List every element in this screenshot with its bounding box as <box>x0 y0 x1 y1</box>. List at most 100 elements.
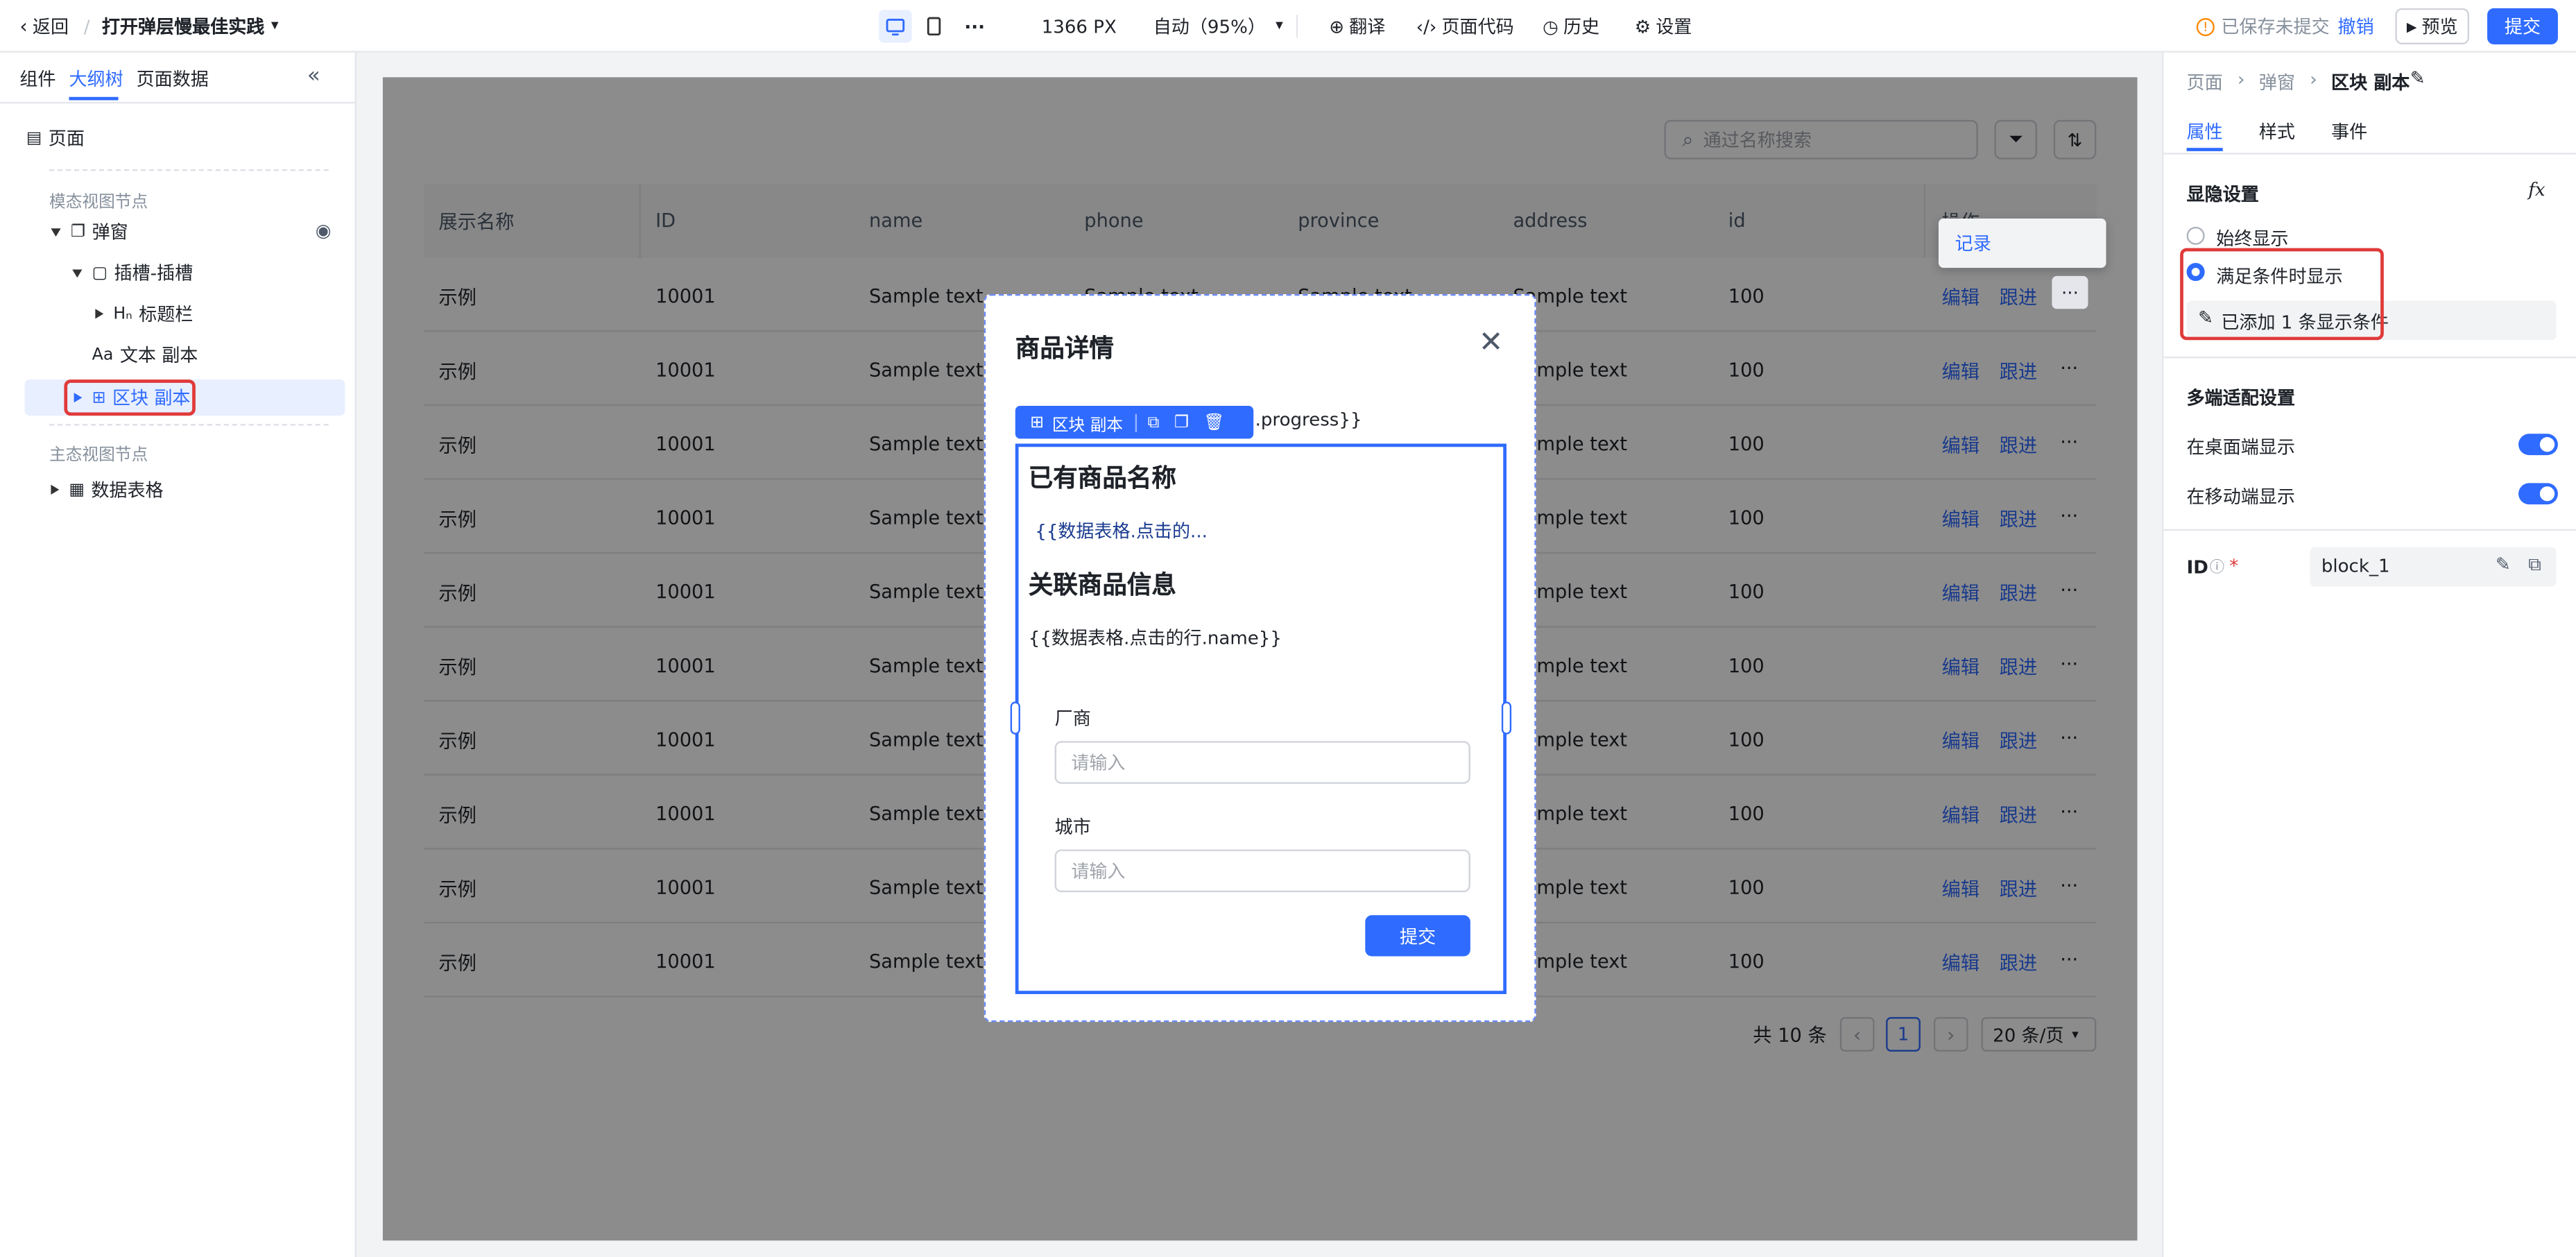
fx-icon[interactable]: fx <box>2528 179 2545 200</box>
info-icon[interactable]: ⓘ <box>2210 556 2224 577</box>
settings-button[interactable]: ⚙ 设置 <box>1635 0 1692 53</box>
group-main-nodes: 主态视图节点 <box>49 447 148 465</box>
divider <box>0 101 357 104</box>
id-label: ID <box>2186 556 2208 579</box>
tab-page-data[interactable]: 页面数据 <box>137 66 209 92</box>
play-icon: ▶ <box>2406 19 2417 34</box>
code-icon: ‹/› <box>1416 15 1437 37</box>
radio-always-show[interactable] <box>2186 226 2205 245</box>
width-selector[interactable]: 1366 PX <box>1042 0 1117 53</box>
edit-icon[interactable]: ✎ <box>2496 554 2511 575</box>
modal-dialog: 商品详情 ✕ .progress}} ⊞ 区块 副本 ⧉ ❐ 🗑 已有商品名称 … <box>984 293 1536 1023</box>
active-tab-indicator <box>69 96 119 101</box>
copy-icon[interactable]: ⧉ <box>1148 413 1160 431</box>
expand-arrow-icon[interactable] <box>51 484 60 495</box>
back-button[interactable]: ‹ 返回 <box>19 0 69 53</box>
clock-icon: ◷ <box>1543 15 1559 37</box>
tab-styles[interactable]: 样式 <box>2259 119 2295 145</box>
highlight-annotation <box>64 379 196 416</box>
page-title-dropdown[interactable]: 打开弹层慢最佳实践 ▾ <box>102 0 279 53</box>
tree-item-datatable[interactable]: ▦ 数据表格 <box>51 473 164 506</box>
required-mark: * <box>2229 555 2239 577</box>
desktop-show-toggle[interactable] <box>2518 434 2558 456</box>
save-status: ! 已保存未提交 <box>2196 0 2330 53</box>
top-toolbar: ‹ 返回 / 打开弹层慢最佳实践 ▾ ··· 1366 PX 自动（95%） ▾… <box>0 0 2576 53</box>
binding-text: {{数据表格.点击的行.name}} <box>1028 627 1282 649</box>
chevron-down-icon: ▾ <box>271 18 279 35</box>
undo-button[interactable]: 撤销 <box>2338 0 2374 53</box>
slot-icon: ▢ <box>92 264 108 282</box>
page-code-button[interactable]: ‹/› 页面代码 <box>1416 0 1514 53</box>
highlight-annotation <box>2180 248 2384 341</box>
translate-button[interactable]: ⊕ 翻译 <box>1329 0 1385 53</box>
mobile-view-button[interactable] <box>918 10 948 42</box>
warning-circle-icon: ! <box>2196 17 2215 35</box>
expand-arrow-icon[interactable] <box>95 309 104 319</box>
page-icon: ▤ <box>26 128 42 147</box>
submit-button[interactable]: 提交 <box>2487 8 2558 44</box>
modal-title: 商品详情 <box>1015 333 1114 364</box>
field-label: 城市 <box>1054 816 1091 838</box>
breadcrumb-current: 区块 副本 <box>2331 72 2410 94</box>
active-tab-indicator <box>2186 148 2223 151</box>
resize-handle-right[interactable] <box>1501 701 1512 735</box>
breadcrumb-separator: / <box>83 15 90 37</box>
chevron-left-icon: ‹ <box>19 15 28 38</box>
more-actions-icon[interactable]: ··· <box>2052 275 2088 309</box>
edit-icon[interactable]: ✎ <box>2410 67 2425 89</box>
binding-text: {{数据表格.点击的... <box>1035 520 1208 542</box>
resize-handle-left[interactable] <box>1010 701 1020 735</box>
form-submit-button[interactable]: 提交 <box>1365 915 1470 957</box>
expand-arrow-icon[interactable] <box>72 268 83 277</box>
desktop-view-button[interactable] <box>879 10 912 43</box>
divider <box>2163 356 2576 359</box>
chevron-down-icon: ▾ <box>1276 18 1283 35</box>
duplicate-icon[interactable]: ❐ <box>1174 413 1189 431</box>
grid-icon: ⊞ <box>1030 413 1044 431</box>
delete-icon[interactable]: 🗑 <box>1203 413 1224 431</box>
divider <box>49 169 329 171</box>
selection-toolbar: ⊞ 区块 副本 ⧉ ❐ 🗑 <box>1015 406 1254 439</box>
tab-outline-tree[interactable]: 大纲树 <box>69 66 123 92</box>
progress-binding-text: .progress}} <box>1255 409 1362 431</box>
desktop-icon <box>886 17 905 35</box>
tree-item-text-copy[interactable]: Aa 文本 副本 <box>92 339 198 371</box>
breadcrumb-page[interactable]: 页面 <box>2187 69 2223 95</box>
text-icon: Aa <box>92 345 114 364</box>
right-panel: 页面 › 弹窗 › 区块 副本 ✎ 属性 样式 事件 显隐设置 fx 始终显示 … <box>2162 52 2576 1257</box>
breadcrumb-dialog[interactable]: 弹窗 <box>2259 69 2295 95</box>
preview-button[interactable]: ▶ 预览 <box>2395 8 2470 44</box>
expand-arrow-icon[interactable] <box>51 228 61 236</box>
zoom-selector[interactable]: 自动（95%） ▾ <box>1153 0 1283 53</box>
tree-item-slot[interactable]: ▢ 插槽-插槽 <box>72 257 193 289</box>
history-button[interactable]: ◷ 历史 <box>1543 0 1599 53</box>
divider <box>1134 413 1137 431</box>
close-icon[interactable]: ✕ <box>1479 325 1504 360</box>
divider <box>1296 15 1298 38</box>
mobile-show-label: 在移动端显示 <box>2186 486 2295 508</box>
vendor-input[interactable]: 请输入 <box>1054 741 1470 784</box>
collapse-panel-icon[interactable]: « <box>307 64 320 89</box>
mobile-show-toggle[interactable] <box>2518 483 2558 505</box>
id-value: block_1 <box>2321 555 2390 577</box>
tab-components[interactable]: 组件 <box>19 66 55 92</box>
chevron-right-icon: › <box>2238 69 2245 91</box>
heading-related-product: 关联商品信息 <box>1028 570 1176 600</box>
dropdown-menu-item[interactable]: 记录 <box>1938 219 2106 268</box>
left-panel: 组件 大纲树 页面数据 « ▤ 页面 模态视图节点 ❐ 弹窗 ◉ ▢ 插槽-插槽… <box>0 52 357 1257</box>
eye-icon[interactable]: ◉ <box>316 220 332 241</box>
tree-item-page[interactable]: ▤ 页面 <box>26 121 85 154</box>
copy-icon[interactable]: ⧉ <box>2528 554 2541 576</box>
globe-icon: ⊕ <box>1329 15 1345 37</box>
city-input[interactable]: 请输入 <box>1054 849 1470 893</box>
more-icon[interactable]: ··· <box>964 0 985 53</box>
divider <box>2163 529 2576 531</box>
table-icon: ▦ <box>69 480 85 499</box>
mobile-icon <box>926 17 941 36</box>
selected-block[interactable]: 已有商品名称 {{数据表格.点击的... 关联商品信息 {{数据表格.点击的行.… <box>1010 443 1512 995</box>
field-label: 厂商 <box>1054 708 1091 730</box>
tab-events[interactable]: 事件 <box>2331 119 2367 145</box>
tree-item-dialog[interactable]: ❐ 弹窗 <box>51 215 128 248</box>
tree-item-titlebar[interactable]: Hₙ 标题栏 <box>95 298 193 330</box>
tab-properties[interactable]: 属性 <box>2187 119 2223 145</box>
